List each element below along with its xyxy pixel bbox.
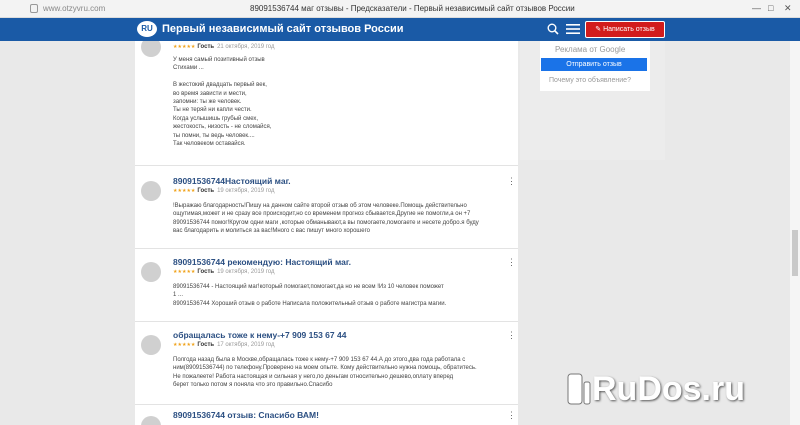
rating-stars: ★★★★★ — [173, 44, 196, 50]
avatar — [141, 416, 161, 425]
review-title[interactable]: 89091536744 отзыв: Спасибо ВАМ! — [173, 410, 319, 420]
reviews-list: ★★★★★ Гость 21 октября, 2019 год У меня са… — [135, 41, 518, 425]
minimize-icon[interactable]: — — [752, 3, 761, 13]
avatar — [141, 181, 161, 201]
more-options-icon[interactable]: ⋮ — [507, 330, 516, 341]
review-meta: ★★★★★ Гость 19 октября, 2019 год — [173, 188, 275, 194]
review-meta: ★★★★★ Гость 17 октября, 2019 год — [173, 342, 275, 348]
watermark-logo-icon — [567, 373, 591, 405]
scrollbar-thumb[interactable] — [792, 230, 798, 276]
review-title[interactable]: 89091536744 рекомендую: Настоящий маг. — [173, 257, 351, 267]
review-title[interactable]: 89091536744Настоящий маг. — [173, 176, 291, 186]
why-this-ad-link[interactable]: Почему это объявление? — [549, 77, 631, 84]
more-options-icon[interactable]: ⋮ — [507, 410, 516, 421]
address-bar[interactable]: www.otzyvru.com — [43, 4, 105, 13]
review-date: 19 октября, 2019 год — [217, 269, 275, 275]
close-icon[interactable]: ✕ — [784, 3, 792, 14]
review-item: обращалась тоже к нему-+7 909 153 67 44 … — [135, 323, 518, 405]
pencil-icon: ✎ — [595, 26, 604, 33]
review-meta: ★★★★★ Гость 21 октября, 2019 год — [173, 44, 275, 50]
avatar — [141, 262, 161, 282]
review-author: Гость — [197, 44, 215, 50]
rating-stars: ★★★★★ — [173, 188, 196, 194]
more-options-icon[interactable]: ⋮ — [507, 176, 516, 187]
ad-label: Реклама от Google — [555, 45, 626, 54]
lock-icon — [30, 4, 38, 13]
avatar — [141, 335, 161, 355]
review-item: ★★★★★ Гость 21 октября, 2019 год У меня са… — [135, 41, 518, 166]
review-meta: ★★★★★ Гость 19 октября, 2019 год — [173, 269, 275, 275]
browser-tab-bar: www.otzyvru.com 89091536744 маг отзывы -… — [0, 0, 800, 18]
watermark: RuDos.ru — [592, 370, 745, 408]
review-body: 89091536744 - Настоящий маг!который помо… — [173, 284, 447, 307]
page-scrollbar[interactable] — [790, 41, 800, 425]
avatar — [141, 41, 161, 57]
review-body: Полгода назад была в Москве,обращалась т… — [173, 357, 477, 389]
maximize-icon[interactable]: □ — [768, 3, 773, 13]
review-author: Гость — [197, 188, 215, 194]
site-logo[interactable]: RU — [137, 21, 157, 37]
review-author: Гость — [197, 342, 215, 348]
rating-stars: ★★★★★ — [173, 342, 196, 348]
review-item: 89091536744Настоящий маг. ⋮ ★★★★★ Гость 19… — [135, 167, 518, 249]
review-item: 89091536744 отзыв: Спасибо ВАМ! ⋮ — [135, 406, 518, 425]
more-options-icon[interactable]: ⋮ — [507, 257, 516, 268]
review-date: 17 октября, 2019 год — [217, 342, 275, 348]
send-feedback-button[interactable]: Отправить отзыв — [541, 58, 647, 71]
site-header: RU Первый независимый сайт отзывов Росси… — [0, 18, 800, 41]
review-date: 21 октября, 2019 год — [217, 44, 275, 50]
hamburger-menu-icon[interactable] — [566, 23, 580, 35]
review-title[interactable]: обращалась тоже к нему-+7 909 153 67 44 — [173, 330, 346, 340]
search-icon[interactable] — [547, 23, 559, 35]
page-title: 89091536744 маг отзывы - Предсказатели -… — [250, 4, 575, 13]
review-item: 89091536744 рекомендую: Настоящий маг. ⋮… — [135, 250, 518, 322]
rating-stars: ★★★★★ — [173, 269, 196, 275]
review-body: !Выражаю благодарность!Пишу на данном са… — [173, 203, 479, 235]
review-body: У меня самый позитивный отзыв Стихами ..… — [173, 57, 272, 148]
review-author: Гость — [197, 269, 215, 275]
site-title[interactable]: Первый независимый сайт отзывов России — [162, 23, 404, 35]
review-date: 19 октября, 2019 год — [217, 188, 275, 194]
write-review-button[interactable]: ✎ Написать отзыв — [585, 21, 665, 38]
